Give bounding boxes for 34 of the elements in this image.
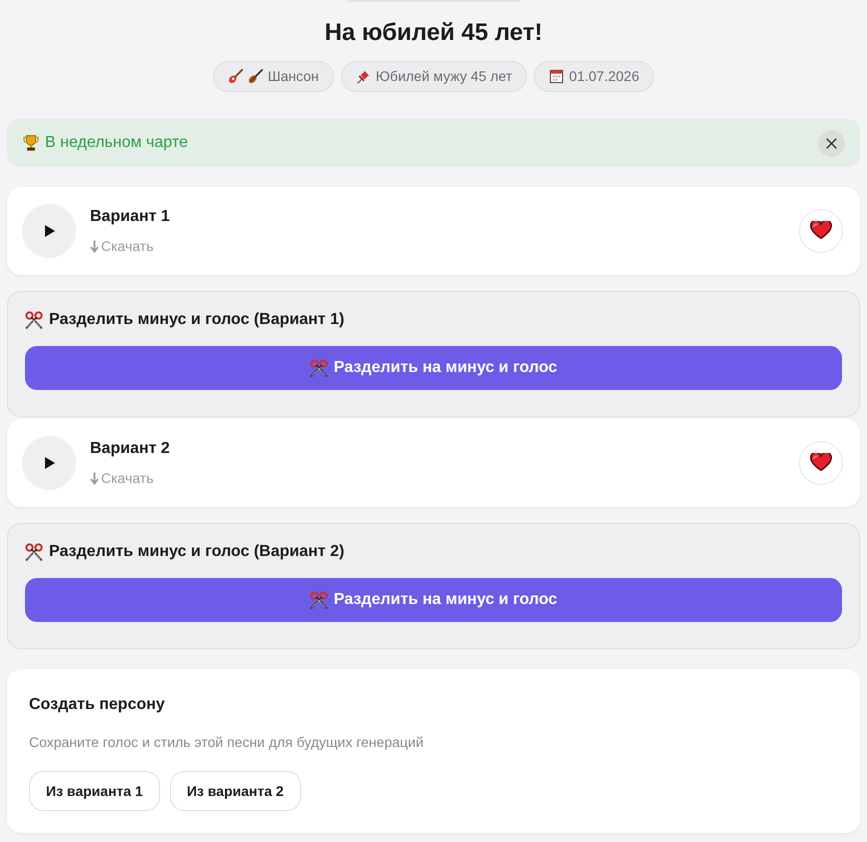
download-link[interactable]: Скачать — [90, 236, 154, 256]
split-heading: Разделить минус и голос (Вариант 1) — [49, 310, 344, 330]
play-icon — [45, 225, 55, 237]
track-title: Вариант 1 — [90, 207, 170, 227]
close-button[interactable] — [818, 130, 845, 156]
persona-description: Сохраните голос и стиль этой песни для будущих генераций — [29, 733, 424, 752]
tag-label: Шансон — [268, 67, 319, 86]
persona-title: Создать персону — [29, 695, 165, 715]
split-button[interactable]: Разделить на минус и голос — [25, 578, 842, 622]
download-icon — [90, 472, 99, 484]
persona-button[interactable]: Из варианта 1 — [29, 771, 160, 811]
tag-label: Юбилей мужу 45 лет — [376, 67, 512, 86]
track-title: Вариант 2 — [90, 439, 170, 459]
split-heading: Разделить минус и голос (Вариант 2) — [49, 542, 344, 562]
like-button[interactable] — [799, 209, 843, 253]
pushpin-icon — [356, 69, 371, 84]
calendar-icon — [549, 69, 564, 84]
scissors-icon — [25, 543, 43, 561]
trophy-icon — [22, 134, 40, 152]
play-icon — [45, 457, 55, 469]
scissors-icon — [310, 359, 328, 377]
download-link[interactable]: Скачать — [90, 468, 154, 488]
scissors-icon — [310, 591, 328, 609]
scissors-icon — [25, 311, 43, 329]
close-icon — [826, 138, 837, 148]
tag-label: 01.07.2026 — [569, 67, 640, 86]
download-icon — [90, 240, 99, 252]
split-button[interactable]: Разделить на минус и голос — [25, 346, 842, 390]
guitar-icon — [228, 69, 243, 84]
like-button[interactable] — [799, 441, 843, 485]
persona-button[interactable]: Из варианта 2 — [170, 771, 301, 811]
banner-text: В недельном чарте — [45, 133, 188, 153]
violin-icon — [248, 69, 263, 84]
page-title: На юбилей 45 лет! — [324, 18, 544, 48]
